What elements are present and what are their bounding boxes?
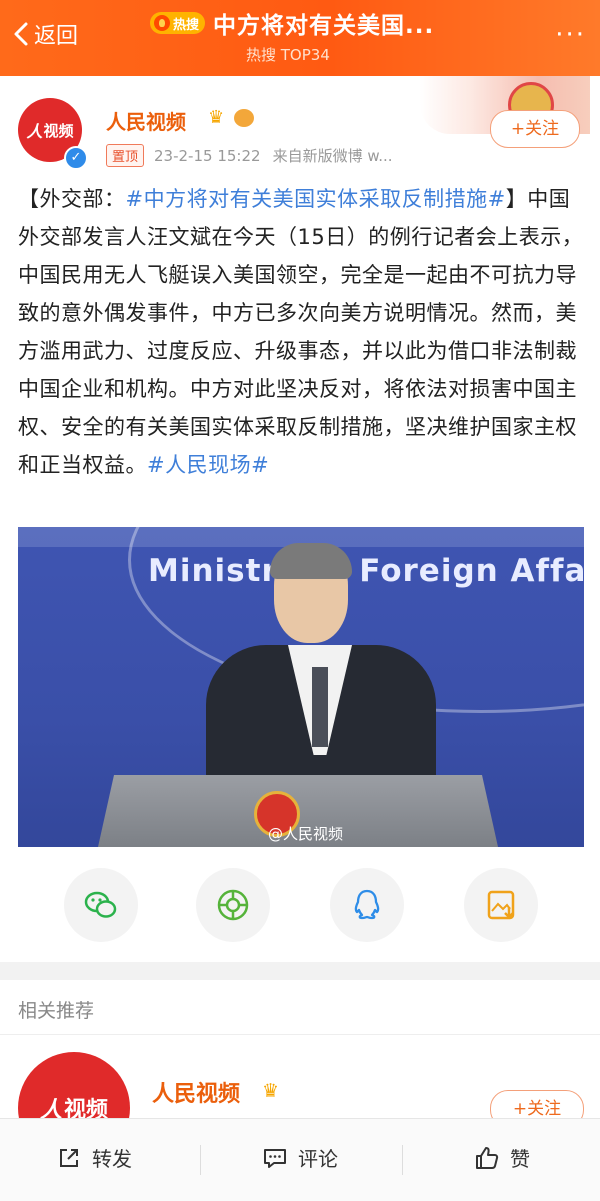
wechat-icon — [84, 891, 117, 918]
flame-icon — [154, 15, 170, 31]
chevron-left-icon — [14, 22, 28, 46]
end-tag-link[interactable]: #人民现场# — [147, 453, 269, 477]
qq-icon — [354, 889, 380, 920]
comment-icon — [264, 1148, 286, 1168]
back-label: 返回 — [34, 24, 79, 49]
save-image-icon — [487, 890, 515, 920]
comment-button[interactable]: 评论 — [262, 1143, 338, 1172]
post-source: 来自新版微博 w... — [272, 147, 393, 165]
top-nav-bar: 返回 热搜 中方将对有关美国... 热搜 TOP34 ··· — [0, 0, 600, 76]
hot-badge-label: 热搜 — [173, 17, 200, 33]
bottom-separator — [200, 1145, 201, 1175]
share-row — [0, 868, 600, 948]
verified-icon: ✓ — [64, 146, 88, 170]
repost-label: 转发 — [92, 1147, 132, 1171]
speaker-hair — [270, 543, 352, 579]
like-button[interactable]: 赞 — [474, 1143, 530, 1172]
author-name[interactable]: 人民视频 — [106, 106, 186, 135]
repost-button[interactable]: 转发 — [56, 1143, 132, 1172]
text-body: 】中国外交部发言人汪文斌在今天（15日）的例行记者会上表示，中国民用无人飞艇误入… — [18, 187, 584, 477]
topic-tag-link[interactable]: #中方将对有关美国实体采取反制措施# — [126, 187, 506, 211]
avatar-text: 视频 — [43, 121, 74, 140]
post-time: 23-2-15 15:22 — [154, 146, 261, 165]
more-options-icon[interactable]: ··· — [555, 20, 586, 50]
image-caption-text: Ministry of Foreign Affa — [148, 553, 584, 589]
share-moments-button[interactable] — [196, 868, 270, 942]
follow-button[interactable]: +关注 — [490, 110, 580, 148]
title-block: 热搜 中方将对有关美国... 热搜 TOP34 — [150, 6, 470, 65]
member-badge-icon — [234, 109, 254, 127]
crown-icon: ♛ — [208, 107, 225, 128]
page-subtitle: 热搜 TOP34 — [246, 46, 330, 64]
share-wechat-button[interactable] — [64, 868, 138, 942]
post-header: 人 视频 ✓ 人民视频 ♛ +关注 置顶 23-2-15 15:22 来自新版微… — [0, 76, 600, 176]
save-image-button[interactable] — [464, 868, 538, 942]
post-image[interactable]: Ministry of Foreign Affa @人民视频 — [18, 527, 584, 847]
related-crown-icon: ♛ — [262, 1080, 280, 1102]
repost-icon — [60, 1148, 78, 1167]
moments-icon — [217, 889, 249, 921]
related-heading: 相关推荐 — [18, 1000, 95, 1022]
bottom-action-bar: 转发 评论 赞 — [0, 1118, 600, 1201]
image-watermark: @人民视频 — [268, 825, 344, 843]
post-body: 【外交部：#中方将对有关美国实体采取反制措施#】中国外交部发言人汪文斌在今天（1… — [18, 180, 584, 484]
related-divider — [0, 1034, 600, 1035]
back-button[interactable]: 返回 — [10, 18, 78, 50]
comment-label: 评论 — [298, 1147, 338, 1171]
related-author-name[interactable]: 人民视频 — [152, 1076, 240, 1108]
thumbs-up-icon — [476, 1146, 499, 1169]
speaker-tie — [312, 667, 328, 747]
section-divider — [0, 962, 600, 980]
text-prefix: 【外交部： — [18, 187, 126, 211]
share-qq-button[interactable] — [330, 868, 404, 942]
bottom-separator — [402, 1145, 403, 1175]
like-label: 赞 — [510, 1147, 530, 1171]
logo-mark-icon: 人 — [26, 122, 43, 141]
pinned-badge: 置顶 — [106, 144, 145, 167]
hot-search-badge: 热搜 — [150, 12, 206, 34]
page-title: 中方将对有关美国... — [213, 13, 435, 39]
post-meta: 置顶 23-2-15 15:22 来自新版微博 w... — [106, 144, 393, 167]
